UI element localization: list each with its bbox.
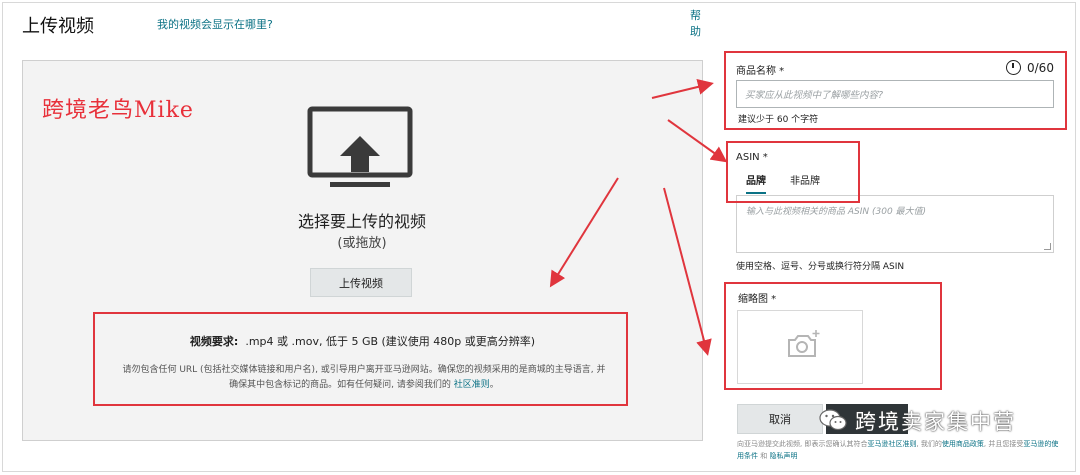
privacy-notice-link[interactable]: 隐私声明: [769, 452, 797, 460]
guidelines-end: 。: [489, 380, 499, 390]
thumbnail-highlight-box: [724, 282, 942, 390]
where-will-video-show-link[interactable]: 我的视频会显示在哪里?: [157, 16, 273, 32]
help-link[interactable]: 帮助: [690, 8, 702, 40]
community-guidelines-legal-link[interactable]: 亚马逊社区准则: [867, 440, 916, 448]
product-policy-link[interactable]: 使用商品政策: [942, 440, 984, 448]
asin-placeholder: 输入与此视频相关的商品 ASIN (300 最大值): [746, 207, 927, 217]
drag-drop-text: (或拖放): [337, 236, 387, 251]
choose-video-text: 选择要上传的视频: [297, 212, 426, 231]
product-name-highlight-box: [724, 51, 1067, 130]
bottom-watermark: 跨境卖家集中营: [855, 410, 1016, 434]
content-guidelines-note: 请勿包含任何 URL (包括社交媒体链接和用户名), 或引导用户离开亚马逊网站。…: [118, 363, 610, 393]
asin-textarea[interactable]: 输入与此视频相关的商品 ASIN (300 最大值): [736, 195, 1054, 253]
asin-highlight-box: [726, 141, 860, 203]
legal-text-4: 和: [758, 452, 770, 460]
monitor-upload-icon: [307, 106, 413, 187]
legal-text-3: , 并且您接受: [983, 440, 1024, 448]
upload-video-button[interactable]: 上传视频: [310, 268, 412, 297]
video-requirements: 视频要求: .mp4 或 .mov, 低于 5 GB (建议使用 480p 或更…: [110, 333, 615, 349]
legal-text-1: 向亚马逊提交此视频, 即表示您确认其符合: [737, 440, 868, 448]
legal-text-2: , 我们的: [916, 440, 942, 448]
page-title: 上传视频: [22, 16, 94, 37]
cancel-button[interactable]: 取消: [737, 404, 823, 434]
requirements-text: .mp4 或 .mov, 低于 5 GB (建议使用 480p 或更高分辨率): [245, 335, 536, 348]
watermark-text: 跨境老鸟Mike: [42, 98, 194, 123]
requirements-label: 视频要求:: [189, 335, 239, 348]
community-guidelines-link[interactable]: 社区准则: [454, 380, 490, 390]
legal-notice: 向亚马逊提交此视频, 即表示您确认其符合亚马逊社区准则, 我们的使用商品政策, …: [737, 438, 1059, 462]
guidelines-text: 请勿包含任何 URL (包括社交媒体链接和用户名), 或引导用户离开亚马逊网站。…: [122, 365, 606, 390]
resize-grip-icon[interactable]: [1044, 243, 1051, 250]
asin-hint: 使用空格、逗号、分号或换行符分隔 ASIN: [736, 262, 905, 272]
wechat-icon: [819, 409, 847, 431]
